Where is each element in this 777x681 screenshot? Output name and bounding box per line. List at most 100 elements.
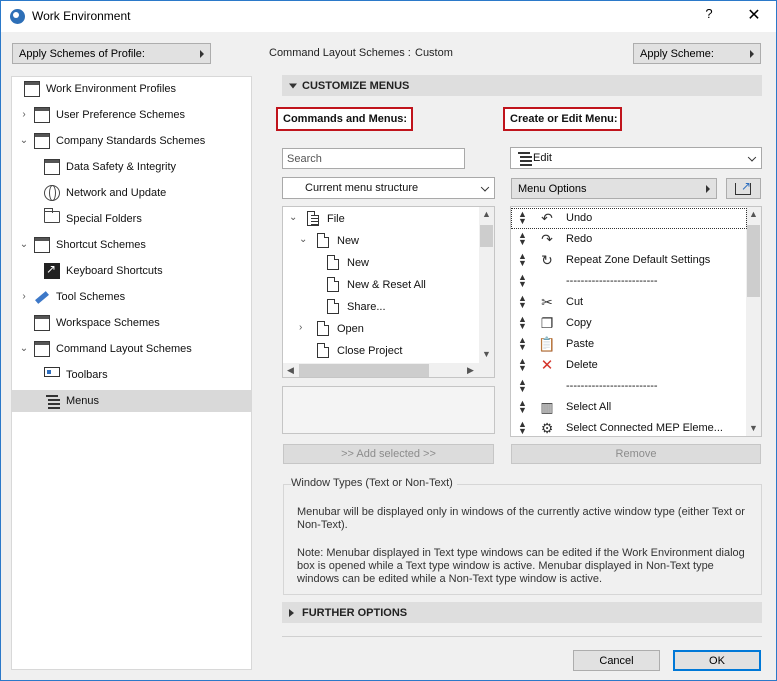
tree-item-label: Keyboard Shortcuts: [66, 265, 163, 277]
close-button[interactable]: ✕: [744, 5, 764, 25]
menu-item-icon: ⚙: [540, 420, 554, 436]
command-tree-item[interactable]: Close Project: [283, 340, 478, 362]
remove-label: Remove: [615, 448, 657, 460]
command-tree-item[interactable]: › Open: [283, 318, 478, 340]
shortcut-icon: [44, 262, 60, 279]
scroll-up-icon[interactable]: ▲: [746, 207, 761, 222]
command-description-area: [282, 386, 495, 434]
reorder-handle-icon[interactable]: ▲ ▼: [518, 252, 527, 268]
chevron-down-icon[interactable]: ⌄: [19, 136, 29, 146]
tree-item[interactable]: ⌄ Command Layout Schemes: [12, 338, 251, 360]
chevron-down-icon[interactable]: ⌄: [299, 234, 307, 245]
menu-item-row[interactable]: ▲ ▼ ⚙ Select Connected MEP Eleme...: [511, 418, 747, 437]
scroll-down-icon[interactable]: ▼: [746, 421, 761, 436]
chevron-right-icon[interactable]: ›: [299, 322, 302, 333]
menu-item-label: Delete: [566, 359, 598, 371]
tree-item[interactable]: Menus: [12, 390, 251, 412]
menu-item-row[interactable]: ▲ ▼ 📋 Paste: [511, 334, 747, 355]
edit-menu-select[interactable]: Edit: [510, 147, 762, 169]
window-types-note: Note: Menubar displayed in Text type win…: [297, 547, 745, 585]
menu-item-row[interactable]: ▲ ▼ -------------------------: [511, 376, 747, 397]
chevron-down-icon[interactable]: ⌄: [19, 344, 29, 354]
reorder-handle-icon[interactable]: ▲ ▼: [518, 294, 527, 310]
menu-structure-select[interactable]: Current menu structure: [282, 177, 495, 199]
reorder-handle-icon[interactable]: ▲ ▼: [518, 231, 527, 247]
commands-vertical-scrollbar[interactable]: ▲ ▼: [479, 207, 494, 363]
tree-item[interactable]: › User Preference Schemes: [12, 104, 251, 126]
menu-options-label: Menu Options: [518, 182, 587, 195]
search-input[interactable]: Search: [282, 148, 465, 169]
menu-item-icon: ↶: [541, 210, 553, 226]
add-selected-button[interactable]: >> Add selected >>: [283, 444, 494, 464]
window-icon: [34, 341, 50, 357]
expand-triangle-icon: [289, 608, 294, 617]
command-tree-item[interactable]: ⌄ File: [283, 208, 478, 230]
footer-divider: [282, 636, 762, 637]
commands-and-menus-title: Commands and Menus:: [276, 107, 413, 131]
menu-item-row[interactable]: ▲ ▼ ❐ Copy: [511, 313, 747, 334]
chevron-down-icon[interactable]: ⌄: [289, 212, 297, 223]
command-tree-item[interactable]: New & Reset All: [283, 274, 478, 296]
reorder-handle-icon[interactable]: ▲ ▼: [518, 336, 527, 352]
apply-profile-button[interactable]: Apply Schemes of Profile:: [12, 43, 211, 64]
menu-item-row[interactable]: ▲ ▼ ✂ Cut: [511, 292, 747, 313]
scroll-thumb-horizontal[interactable]: [299, 364, 429, 377]
help-button[interactable]: ?: [701, 6, 717, 26]
chevron-down-icon[interactable]: ⌄: [19, 240, 29, 250]
scroll-thumb[interactable]: [480, 225, 493, 247]
scroll-up-icon[interactable]: ▲: [479, 207, 494, 222]
tree-item[interactable]: Network and Update: [12, 182, 251, 204]
reorder-handle-icon[interactable]: ▲ ▼: [518, 378, 527, 394]
scheme-tree: Work Environment Profiles › User Preferenc…: [11, 76, 252, 670]
window-icon: [34, 133, 50, 149]
export-menu-button[interactable]: ↗: [726, 178, 761, 199]
menu-item-row[interactable]: ▲ ▼ ↷ Redo: [511, 229, 747, 250]
reorder-handle-icon[interactable]: ▲ ▼: [518, 273, 527, 289]
remove-button[interactable]: Remove: [511, 444, 761, 464]
command-label: Share...: [347, 301, 386, 313]
menu-item-icon: ✂: [541, 294, 553, 310]
tree-item[interactable]: Data Safety & Integrity: [12, 156, 251, 178]
command-tree-item[interactable]: ⌄ New: [283, 230, 478, 252]
tree-item[interactable]: Workspace Schemes: [12, 312, 251, 334]
menu-item-label: Select All: [566, 401, 612, 413]
tree-item[interactable]: Special Folders: [12, 208, 251, 230]
command-tree-item[interactable]: New: [283, 252, 478, 274]
chevron-right-icon[interactable]: ›: [19, 292, 29, 302]
menu-items-scrollbar[interactable]: ▲ ▼: [746, 207, 761, 436]
reorder-handle-icon[interactable]: ▲ ▼: [518, 315, 527, 331]
reorder-handle-icon[interactable]: ▲ ▼: [518, 399, 527, 415]
menu-item-row[interactable]: ▲ ▼ ▥ Select All: [511, 397, 747, 418]
commands-horizontal-scrollbar[interactable]: ◀ ▶: [283, 363, 494, 377]
menu-options-button[interactable]: Menu Options: [511, 178, 717, 199]
tree-item[interactable]: ⌄ Shortcut Schemes: [12, 234, 251, 256]
customize-menus-header[interactable]: CUSTOMIZE MENUS: [282, 75, 762, 96]
panel-splitter[interactable]: [257, 76, 263, 680]
reorder-handle-icon[interactable]: ▲ ▼: [518, 420, 527, 436]
cancel-button[interactable]: Cancel: [573, 650, 660, 671]
layout-scheme-label: Command Layout Schemes :: [269, 47, 411, 59]
ok-button[interactable]: OK: [673, 650, 761, 671]
menu-item-row[interactable]: ▲ ▼ ✕ Delete: [511, 355, 747, 376]
scroll-down-icon[interactable]: ▼: [479, 347, 494, 362]
search-placeholder: Search: [287, 152, 322, 165]
scroll-left-icon[interactable]: ◀: [283, 363, 298, 377]
reorder-handle-icon[interactable]: ▲ ▼: [518, 210, 527, 226]
menu-item-row[interactable]: ▲ ▼ ↻ Repeat Zone Default Settings: [511, 250, 747, 271]
reorder-handle-icon[interactable]: ▲ ▼: [518, 357, 527, 373]
tree-item[interactable]: Toolbars: [12, 364, 251, 386]
scroll-right-icon[interactable]: ▶: [463, 363, 478, 377]
menu-item-row[interactable]: ▲ ▼ -------------------------: [511, 271, 747, 292]
tree-item[interactable]: Keyboard Shortcuts: [12, 260, 251, 282]
scroll-thumb[interactable]: [747, 225, 760, 297]
tree-item[interactable]: ⌄ Company Standards Schemes: [12, 130, 251, 152]
menu-item-row[interactable]: ▲ ▼ ↶ Undo: [511, 208, 747, 229]
tree-item[interactable]: Work Environment Profiles: [12, 78, 251, 100]
apply-scheme-button[interactable]: Apply Scheme:: [633, 43, 761, 64]
window-types-title: Window Types (Text or Non-Text): [291, 477, 457, 489]
chevron-right-icon[interactable]: ›: [19, 110, 29, 120]
further-options-header[interactable]: FURTHER OPTIONS: [282, 602, 762, 623]
tree-item[interactable]: › Tool Schemes: [12, 286, 251, 308]
command-tree-item[interactable]: Share...: [283, 296, 478, 318]
command-label: Open: [337, 323, 364, 335]
